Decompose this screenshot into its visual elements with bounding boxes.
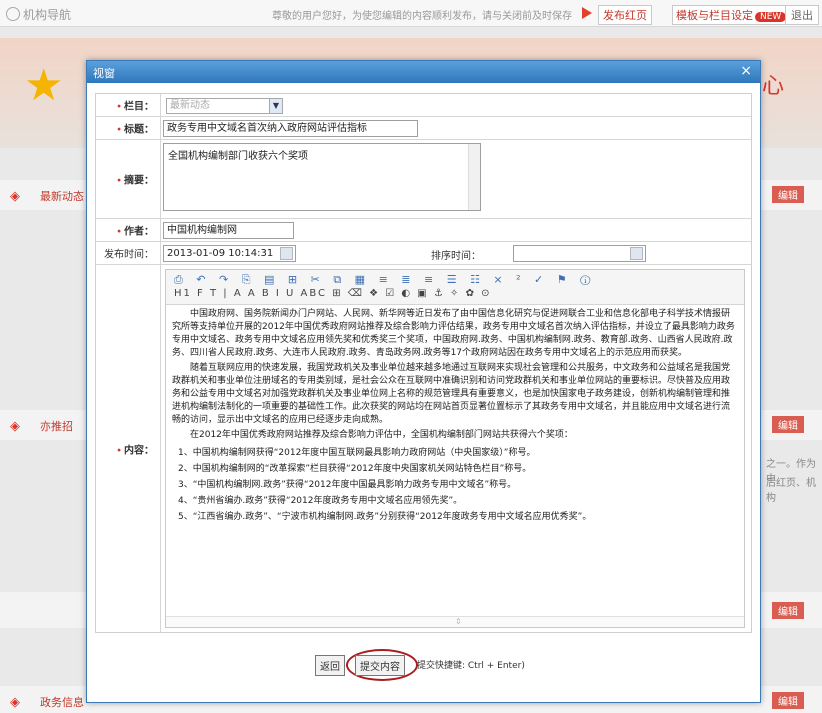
editor-content[interactable]: 中国政府网、国务院新闻办门户网站、人民网、新华网等近日发布了由中国信息化研究与促… [172, 308, 738, 527]
chevron-down-icon: ▼ [269, 99, 282, 113]
back-button[interactable]: 返回 [315, 655, 345, 676]
publish-time-label: 发布时间： [104, 249, 154, 261]
row-column: • 栏目： 最新动态 ▼ [96, 94, 751, 117]
list-item: 3、“中国机构编制网.政务”获得“2012年度中国最具影响力政务专用中文域名”称… [178, 480, 517, 490]
edit-button[interactable]: 编辑 [772, 692, 804, 709]
dialog-title: 视窗 [93, 67, 115, 80]
author-label: • 作者： [116, 226, 154, 238]
scrollbar[interactable] [468, 144, 480, 210]
row-author: • 作者： 中国机构编制网 [96, 219, 751, 242]
editor-resize-bar[interactable]: ⇕ [166, 616, 744, 627]
column-label: • 栏目： [116, 101, 154, 113]
edit-button[interactable]: 编辑 [772, 602, 804, 619]
nav-home-label: 机构导航 [23, 8, 72, 22]
edit-button[interactable]: 编辑 [772, 416, 804, 433]
edit-dialog: 视窗 × • 栏目： 最新动态 ▼ • 标题： 政务专用中文域名首次纳入政府网站评估指… [86, 60, 761, 703]
publish-button[interactable]: 发布红页 [598, 5, 652, 25]
toolbar-row-1[interactable]: ⎙ ↶ ↷ ⎘ ▤ ⊞ ✂ ⧉ ▦ ≡ ≣ ≡ ☰ ☷ × ² ✓ ⚑ ⓘ [174, 273, 740, 287]
calendar-icon[interactable] [280, 247, 293, 260]
nav-home[interactable]: 机构导航 [6, 6, 71, 23]
row-title: • 标题： 政务专用中文域名首次纳入政府网站评估指标 [96, 117, 751, 140]
row-time: 发布时间： 2013-01-09 10:14:31 排序时间： [96, 242, 751, 265]
list-item: 1、中国机构编制网获得“2012年度中国互联网最具影响力政府网站（中央国家级）”… [178, 448, 536, 458]
close-icon[interactable]: × [740, 63, 752, 79]
title-label: • 标题： [116, 124, 154, 136]
bullet-icon: ◈ [10, 189, 20, 204]
list-item: 5、“江西省编办.政务”、“宁波市机构编制网.政务”分别获得“2012年度政务专… [178, 512, 592, 522]
row-summary: • 摘要： 全国机构编制部门收获六个奖项 [96, 140, 751, 219]
submit-button[interactable]: 提交内容 [355, 655, 405, 676]
dialog-header: 视窗 × [87, 61, 760, 83]
top-bar: 机构导航 尊敬的用户您好，为使您编辑的内容顺利发布，请与关闭前及时保存 发布红页… [0, 0, 822, 27]
list-item: 4、“贵州省编办.政务”获得“2012年度政务专用中文域名应用领先奖”。 [178, 496, 463, 506]
sort-time-input[interactable] [513, 245, 646, 262]
column-select[interactable]: 最新动态 ▼ [166, 98, 283, 114]
list-item: 2、中国机构编制网的“改革探索”栏目获得“2012年度中央国家机关网站特色栏目”… [178, 464, 532, 474]
arrow-icon [582, 7, 592, 19]
globe-icon [6, 7, 20, 21]
button-bar: 返回 提交内容 提交快捷键: Ctrl + Enter) [87, 649, 760, 681]
publish-time-input[interactable]: 2013-01-09 10:14:31 [163, 245, 296, 262]
content-paragraph: 中国政府网、国务院新闻办门户网站、人民网、新华网等近日发布了由中国信息化研究与促… [172, 309, 735, 358]
logout-button[interactable]: 退出 [785, 5, 819, 25]
bullet-icon: ◈ [10, 419, 20, 434]
section-label: 亦推招 [40, 420, 73, 433]
new-badge: NEW [755, 12, 787, 22]
side-snippet: 后红页、机构 [766, 478, 816, 504]
submit-shortcut-hint: 提交快捷键: Ctrl + Enter) [417, 661, 525, 671]
section-label: 政务信息 [40, 696, 84, 709]
content-paragraph: 在2012年中国优秀政府网站推荐及综合影响力评估中，全国机构编制部门网站共获得六… [190, 430, 573, 440]
sort-time-label: 排序时间： [431, 251, 481, 262]
save-notice: 尊敬的用户您好，为使您编辑的内容顺利发布，请与关闭前及时保存 [272, 11, 572, 22]
content-paragraph: 随着互联网应用的快速发展，我国党政机关及事业单位越来越多地通过互联网来实现社会管… [172, 363, 731, 425]
author-input[interactable]: 中国机构编制网 [163, 222, 294, 239]
content-label: • 内容： [116, 445, 154, 456]
star-icon: ★ [24, 60, 64, 111]
article-form: • 栏目： 最新动态 ▼ • 标题： 政务专用中文域名首次纳入政府网站评估指标 • 摘要… [95, 93, 752, 633]
calendar-icon[interactable] [630, 247, 643, 260]
editor-toolbar: ⎙ ↶ ↷ ⎘ ▤ ⊞ ✂ ⧉ ▦ ≡ ≣ ≡ ☰ ☷ × ² ✓ ⚑ ⓘ H1… [166, 270, 744, 305]
award-list: 1、中国机构编制网获得“2012年度中国互联网最具影响力政府网站（中央国家级）”… [172, 447, 738, 524]
rich-text-editor[interactable]: ⎙ ↶ ↷ ⎘ ▤ ⊞ ✂ ⧉ ▦ ≡ ≣ ≡ ☰ ☷ × ² ✓ ⚑ ⓘ H1… [165, 269, 745, 628]
row-content: • 内容： ⎙ ↶ ↷ ⎘ ▤ ⊞ ✂ ⧉ ▦ ≡ ≣ ≡ ☰ ☷ × ² ✓ ⚑… [96, 265, 751, 632]
edit-button[interactable]: 编辑 [772, 186, 804, 203]
banner-char: 心 [762, 74, 785, 99]
title-input[interactable]: 政务专用中文域名首次纳入政府网站评估指标 [163, 120, 418, 137]
toolbar-row-2[interactable]: H1 F T | A A B I U ABC ⊞ ⌫ ❖ ☑ ◐ ▣ ⚓ ✧ ✿… [174, 288, 740, 299]
section-label: 最新动态 [40, 190, 84, 203]
summary-label: • 摘要： [116, 175, 154, 187]
template-settings-button[interactable]: 模板与栏目设定 NEW [672, 5, 791, 25]
bullet-icon: ◈ [10, 695, 20, 710]
summary-textarea[interactable]: 全国机构编制部门收获六个奖项 [163, 143, 481, 211]
resize-handle-icon[interactable]: ⇕ [455, 617, 462, 626]
